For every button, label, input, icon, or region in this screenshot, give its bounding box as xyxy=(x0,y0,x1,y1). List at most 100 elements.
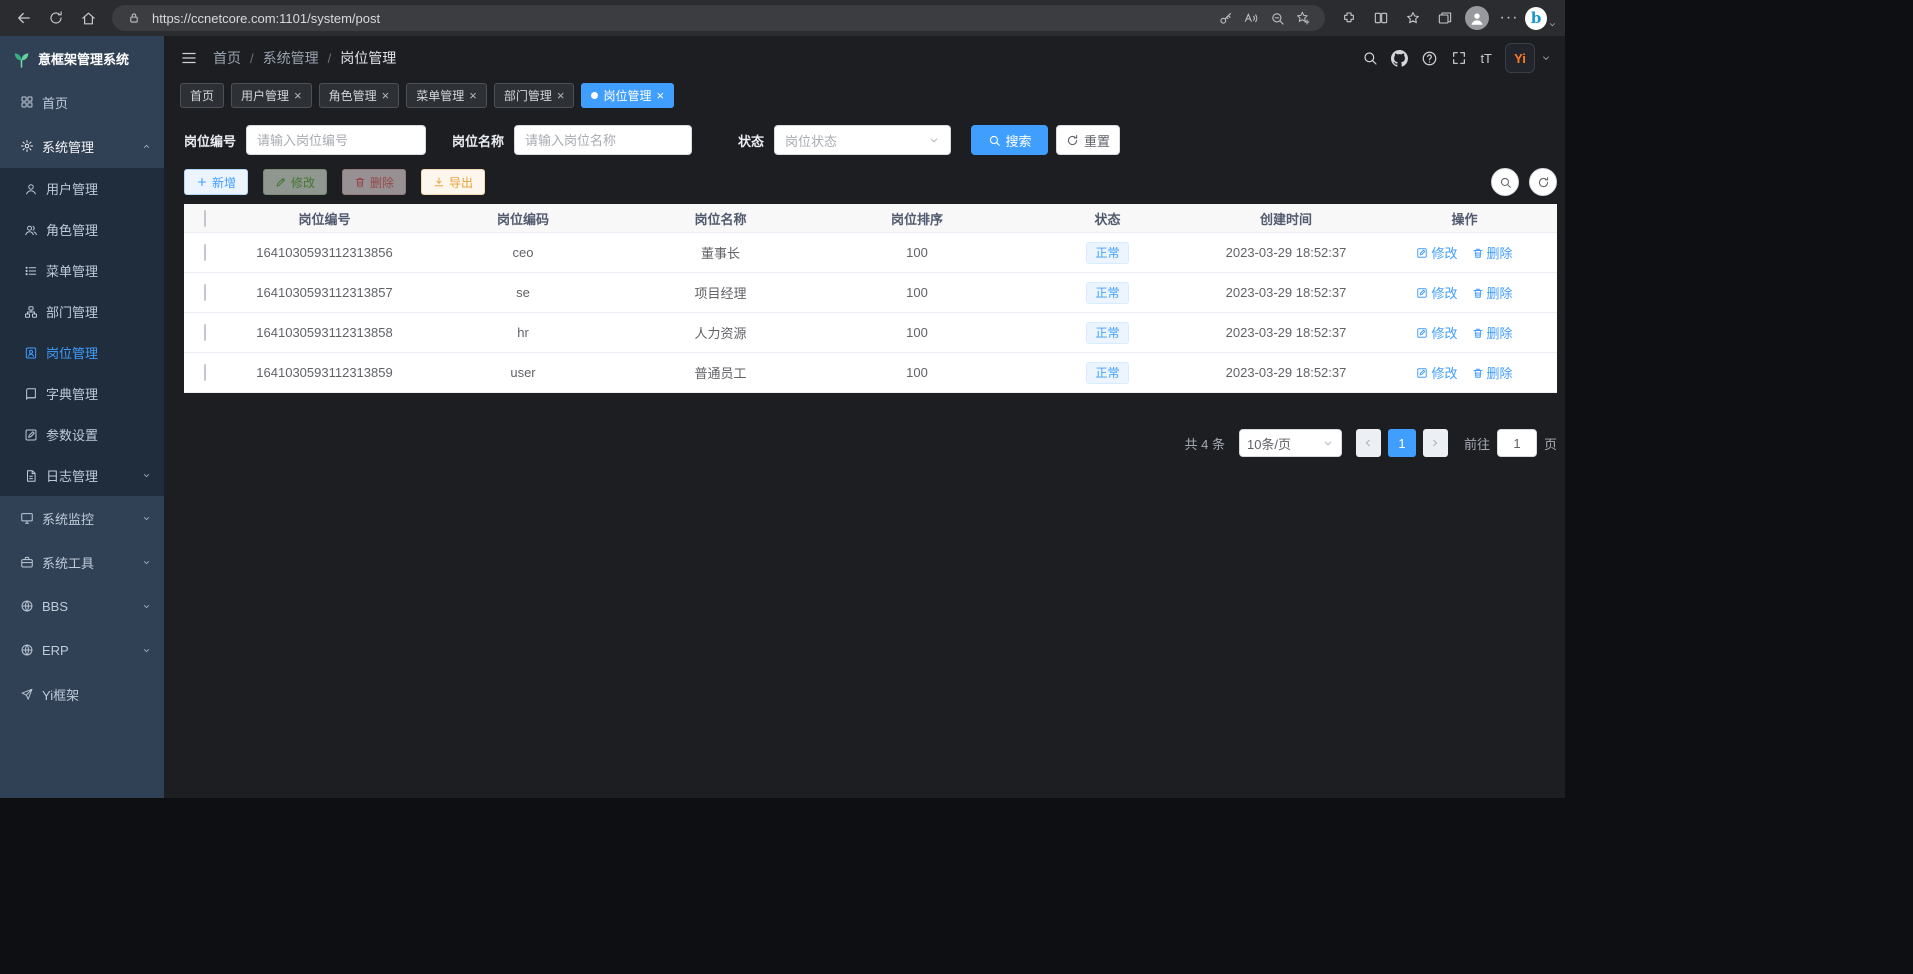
sidebar-item-erp[interactable]: ERP xyxy=(0,628,164,672)
fullscreen-icon[interactable] xyxy=(1451,50,1467,66)
sidebar-item-departments[interactable]: 部门管理 xyxy=(0,291,164,332)
sidebar-item-system[interactable]: 系统管理 xyxy=(0,124,164,168)
row-edit-link[interactable]: 修改 xyxy=(1416,323,1457,342)
close-icon[interactable]: × xyxy=(656,89,664,102)
row-delete-link[interactable]: 删除 xyxy=(1472,283,1513,302)
sidebar-item-parameters[interactable]: 参数设置 xyxy=(0,414,164,455)
collections-icon[interactable] xyxy=(1429,4,1461,32)
goto-page-input[interactable] xyxy=(1497,429,1537,457)
site-info-lock-icon[interactable] xyxy=(122,6,146,30)
row-checkbox[interactable] xyxy=(204,284,206,301)
extensions-icon[interactable] xyxy=(1333,4,1365,32)
sidebar-item-yi-framework[interactable]: Yi框架 xyxy=(0,672,164,716)
avatar-caret-icon[interactable] xyxy=(1541,53,1551,63)
page-content: 岗位编号 岗位名称 状态 岗位状态 搜索 xyxy=(164,110,1565,457)
globe-icon xyxy=(20,643,34,657)
browser-settings-menu[interactable]: ··· xyxy=(1493,4,1525,32)
add-button[interactable]: 新增 xyxy=(184,169,248,195)
close-icon[interactable]: × xyxy=(557,89,565,102)
search-button[interactable]: 搜索 xyxy=(971,125,1048,155)
zoom-out-icon[interactable] xyxy=(1265,6,1289,30)
row-edit-link[interactable]: 修改 xyxy=(1416,283,1457,302)
reset-button[interactable]: 重置 xyxy=(1056,125,1120,155)
next-page-button[interactable] xyxy=(1423,429,1448,457)
sidebar-item-dictionaries[interactable]: 字典管理 xyxy=(0,373,164,414)
close-icon[interactable]: × xyxy=(294,89,302,102)
export-button[interactable]: 导出 xyxy=(421,169,485,195)
status-badge: 正常 xyxy=(1086,322,1128,344)
gear-icon xyxy=(20,139,34,153)
page-size-select[interactable]: 10条/页 xyxy=(1239,429,1342,457)
browser-toolbar: https://ccnetcore.com:1101/system/post xyxy=(0,0,1565,36)
password-key-icon[interactable] xyxy=(1213,6,1237,30)
sidebar-item-logs[interactable]: 日志管理 xyxy=(0,455,164,496)
sidebar-item-roles[interactable]: 角色管理 xyxy=(0,209,164,250)
add-favorite-star-icon[interactable] xyxy=(1291,6,1315,30)
row-checkbox[interactable] xyxy=(204,324,206,341)
address-bar[interactable]: https://ccnetcore.com:1101/system/post xyxy=(112,5,1325,31)
org-tree-icon xyxy=(24,305,38,319)
cell-post-code: ceo xyxy=(424,245,622,260)
split-screen-icon[interactable] xyxy=(1365,4,1397,32)
favorites-icon[interactable] xyxy=(1397,4,1429,32)
tab-posts-active[interactable]: 岗位管理 × xyxy=(581,83,674,108)
row-checkbox[interactable] xyxy=(204,244,206,261)
row-edit-link[interactable]: 修改 xyxy=(1416,243,1457,262)
post-name-input[interactable] xyxy=(525,133,681,148)
help-icon[interactable] xyxy=(1421,50,1438,67)
tab-departments[interactable]: 部门管理 × xyxy=(494,83,575,108)
read-aloud-icon[interactable] xyxy=(1239,6,1263,30)
browser-profile-avatar[interactable] xyxy=(1461,4,1493,32)
status-label: 状态 xyxy=(738,131,764,150)
select-all-checkbox[interactable] xyxy=(204,210,206,227)
sidebar-item-label: 参数设置 xyxy=(46,425,152,444)
close-icon[interactable]: × xyxy=(469,89,477,102)
browser-home-button[interactable] xyxy=(72,4,104,32)
sidebar-item-home[interactable]: 首页 xyxy=(0,80,164,124)
search-button-label: 搜索 xyxy=(1006,131,1032,150)
tab-home[interactable]: 首页 xyxy=(180,83,224,108)
sidebar-item-bbs[interactable]: BBS xyxy=(0,584,164,628)
row-delete-link[interactable]: 删除 xyxy=(1472,243,1513,262)
row-checkbox[interactable] xyxy=(204,364,206,381)
row-delete-link[interactable]: 删除 xyxy=(1472,323,1513,342)
page-number-current[interactable]: 1 xyxy=(1388,429,1416,457)
browser-refresh-button[interactable] xyxy=(40,4,72,32)
sidebar-item-users[interactable]: 用户管理 xyxy=(0,168,164,209)
paper-plane-icon xyxy=(20,687,34,701)
column-header: 创建时间 xyxy=(1200,209,1372,228)
edit-pen-icon xyxy=(1416,327,1428,339)
user-avatar[interactable]: Yi xyxy=(1505,43,1535,73)
sidebar-item-menus[interactable]: 菜单管理 xyxy=(0,250,164,291)
chevron-down-icon xyxy=(141,557,152,568)
sidebar-item-monitor[interactable]: 系统监控 xyxy=(0,496,164,540)
show-search-toggle-button[interactable] xyxy=(1491,168,1519,196)
sidebar-toggle-button[interactable] xyxy=(180,49,198,67)
edit-button[interactable]: 修改 xyxy=(263,169,327,195)
delete-button[interactable]: 删除 xyxy=(342,169,406,195)
github-icon[interactable] xyxy=(1391,50,1408,67)
font-size-icon[interactable]: tT xyxy=(1480,51,1492,66)
previous-page-button[interactable] xyxy=(1356,429,1381,457)
breadcrumb-home[interactable]: 首页 xyxy=(213,48,241,68)
header-search-icon[interactable] xyxy=(1362,50,1378,66)
cell-post-name: 董事长 xyxy=(622,243,819,262)
breadcrumb-system[interactable]: 系统管理 xyxy=(263,48,319,68)
sidebar-item-posts[interactable]: 岗位管理 xyxy=(0,332,164,373)
post-code-input[interactable] xyxy=(257,133,415,148)
tab-roles[interactable]: 角色管理 × xyxy=(319,83,400,108)
refresh-table-button[interactable] xyxy=(1529,168,1557,196)
column-header: 状态 xyxy=(1015,209,1200,228)
status-select[interactable]: 岗位状态 xyxy=(774,125,951,155)
chevron-down-icon xyxy=(141,601,152,612)
breadcrumb: 首页 / 系统管理 / 岗位管理 xyxy=(213,48,396,68)
sidebar-item-tools[interactable]: 系统工具 xyxy=(0,540,164,584)
browser-back-button[interactable] xyxy=(8,4,40,32)
tab-menus[interactable]: 菜单管理 × xyxy=(406,83,487,108)
row-delete-link[interactable]: 删除 xyxy=(1472,363,1513,382)
close-icon[interactable]: × xyxy=(382,89,390,102)
copilot-button[interactable]: b xyxy=(1525,4,1557,32)
tab-users[interactable]: 用户管理 × xyxy=(231,83,312,108)
row-edit-link[interactable]: 修改 xyxy=(1416,363,1457,382)
chevron-down-icon xyxy=(141,645,152,656)
